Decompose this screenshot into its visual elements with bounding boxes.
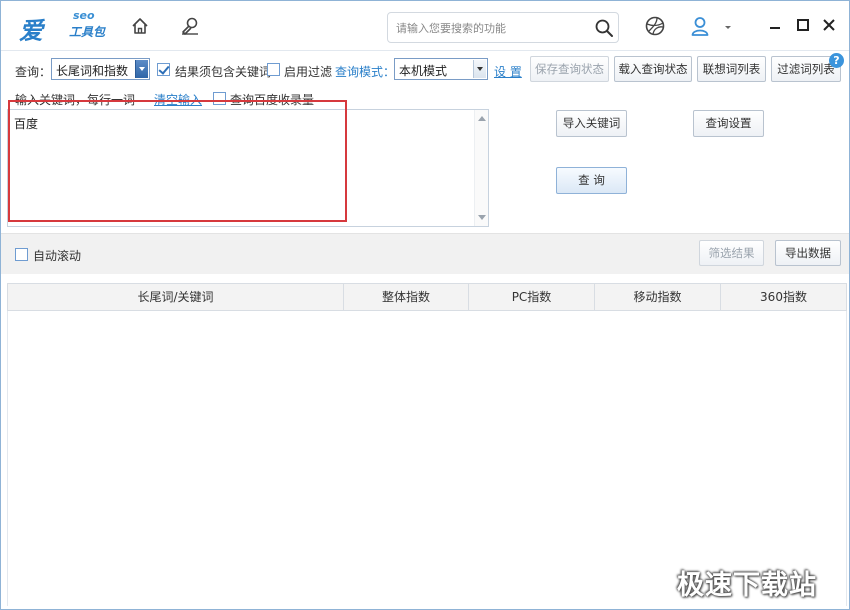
auto-scroll-checkbox[interactable] <box>15 248 28 261</box>
scroll-down-icon[interactable] <box>478 215 486 220</box>
load-state-button[interactable]: 载入查询状态 <box>614 56 692 82</box>
column-header-360-index[interactable]: 360指数 <box>721 284 846 310</box>
results-table-header: 长尾词/关键词 整体指数 PC指数 移动指数 360指数 <box>7 283 847 311</box>
search-input[interactable] <box>396 18 586 38</box>
textarea-scrollbar[interactable] <box>474 110 488 226</box>
chevron-down-icon <box>473 60 486 78</box>
import-keywords-button[interactable]: 导入关键词 <box>556 110 627 137</box>
column-header-mobile-index[interactable]: 移动指数 <box>595 284 721 310</box>
chevron-down-icon <box>135 60 148 78</box>
suggest-list-button[interactable]: 联想词列表 <box>697 56 766 82</box>
tools-icon[interactable] <box>179 15 201 37</box>
mode-label: 查询模式： <box>335 65 396 79</box>
close-icon[interactable] <box>821 17 837 33</box>
keyword-text: 百度 <box>14 117 39 131</box>
save-state-button[interactable]: 保存查询状态 <box>530 56 609 82</box>
query-type-select[interactable]: 长尾词和指数 <box>51 58 150 80</box>
must-contain-label: 结果须包含关键词 <box>175 65 272 79</box>
mode-select[interactable]: 本机模式 <box>394 58 488 80</box>
auto-scroll-label: 自动滚动 <box>33 249 82 263</box>
settings-link[interactable]: 设 置 <box>494 63 522 80</box>
search-icon[interactable] <box>594 18 614 38</box>
filter-checkbox[interactable] <box>267 63 280 76</box>
baidu-index-checkbox[interactable] <box>213 92 226 105</box>
maximize-icon[interactable] <box>795 17 811 33</box>
filter-label: 启用过滤 <box>284 65 333 79</box>
clear-input-link[interactable]: 清空输入 <box>154 91 202 108</box>
account-dropdown-icon[interactable] <box>723 21 733 31</box>
watermark-text: 极速下载站 <box>677 570 817 601</box>
column-header-overall-index[interactable]: 整体指数 <box>344 284 469 310</box>
mode-value: 本机模式 <box>399 64 448 78</box>
query-toolbar: 查询： 长尾词和指数 结果须包含关键词 启用过滤 查询模式： 本机模式 设 置 … <box>1 52 849 86</box>
result-toolbar: 自动滚动 筛选结果 导出数据 <box>1 233 849 274</box>
column-header-keyword[interactable]: 长尾词/关键词 <box>8 284 344 310</box>
scroll-up-icon[interactable] <box>478 116 486 121</box>
query-button[interactable]: 查 询 <box>556 167 627 194</box>
input-instruction-row: 输入关键词，每行一词 清空输入 查询百度收录量 <box>1 89 521 109</box>
help-icon[interactable]: ? <box>829 53 844 68</box>
query-settings-button[interactable]: 查询设置 <box>693 110 764 137</box>
logo-sub-text: 工具包 <box>69 25 106 39</box>
input-instruction: 输入关键词，每行一词 <box>15 93 136 107</box>
column-header-pc-index[interactable]: PC指数 <box>469 284 595 310</box>
logo-seo-text: seo <box>73 9 95 22</box>
user-icon[interactable] <box>689 15 711 37</box>
export-data-button[interactable]: 导出数据 <box>775 240 841 266</box>
results-table-body <box>7 311 847 606</box>
skin-icon[interactable] <box>644 15 666 37</box>
title-bar: 爱站 seo 工具包 <box>1 1 849 80</box>
minimize-icon[interactable] <box>767 17 783 33</box>
filter-results-button[interactable]: 筛选结果 <box>699 240 764 266</box>
baidu-index-label: 查询百度收录量 <box>230 93 315 107</box>
home-icon[interactable] <box>129 15 151 37</box>
keyword-textarea[interactable]: 百度 <box>7 109 489 227</box>
must-contain-checkbox[interactable] <box>157 63 170 76</box>
query-label: 查询： <box>15 65 52 79</box>
app-window: 爱站 seo 工具包 <box>0 0 850 610</box>
query-type-value: 长尾词和指数 <box>56 64 129 78</box>
search-box <box>387 12 619 43</box>
